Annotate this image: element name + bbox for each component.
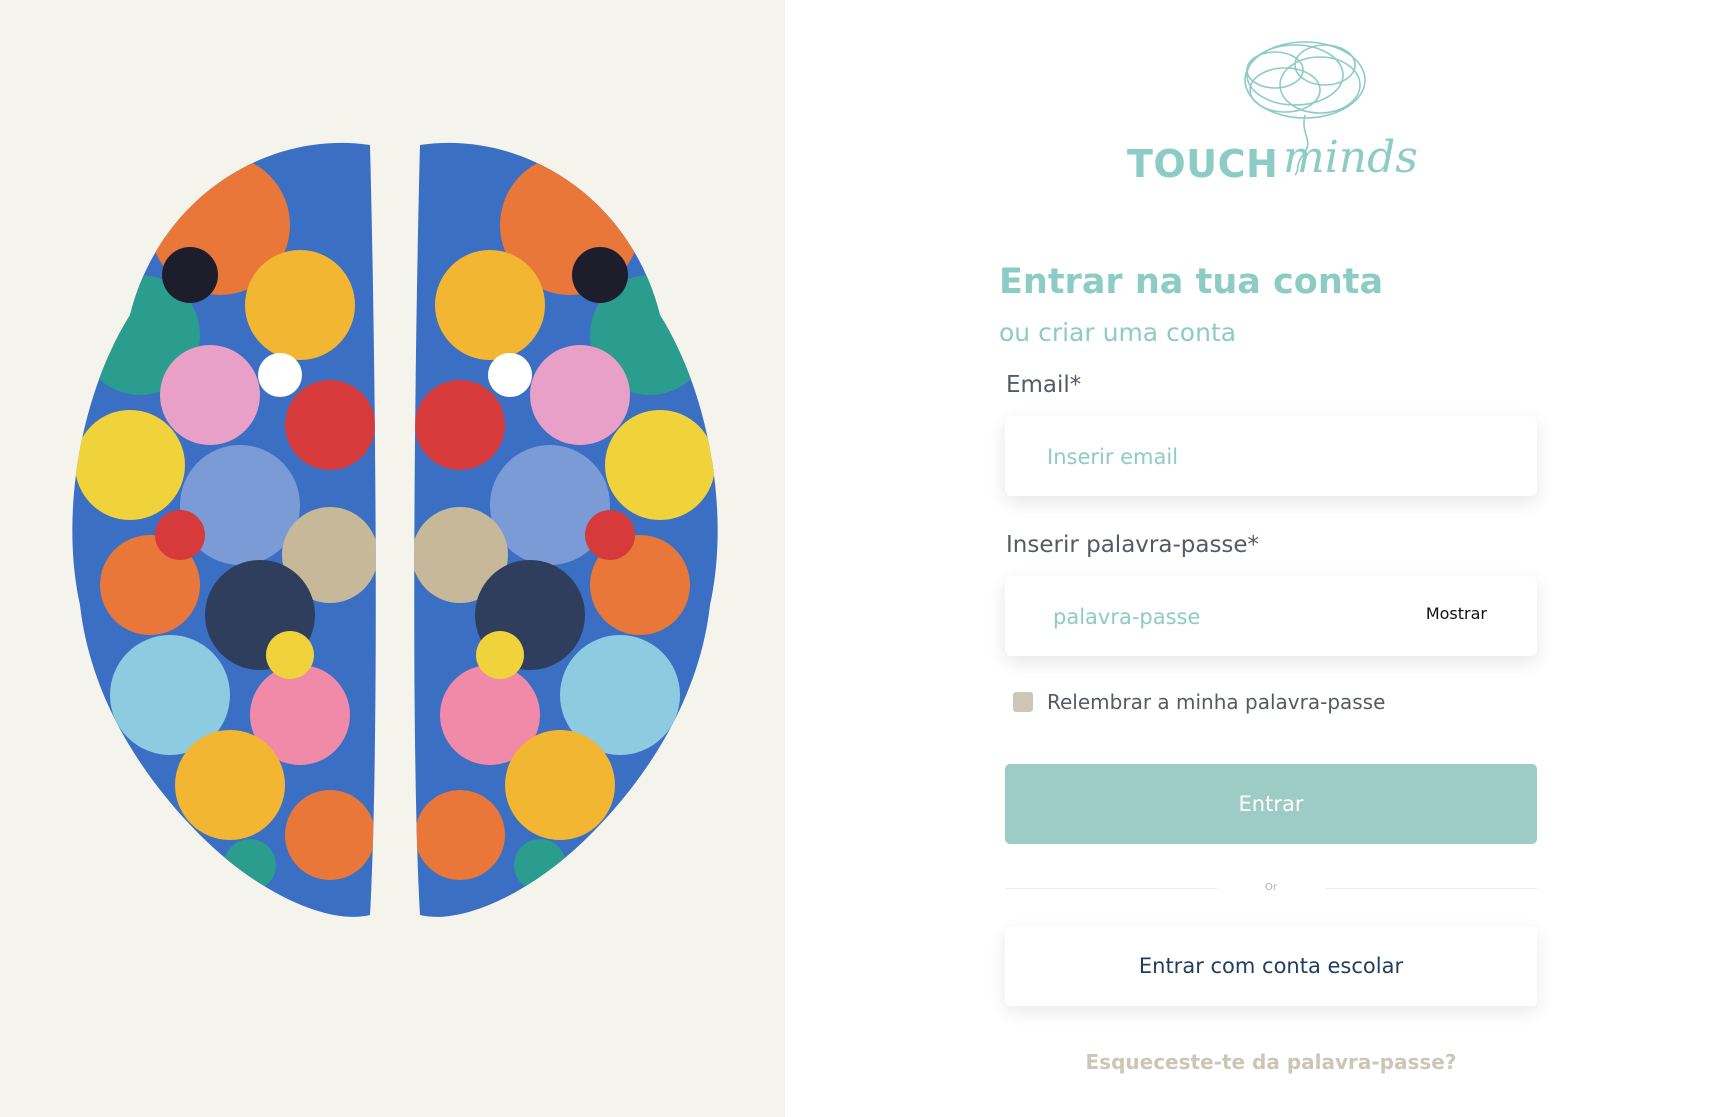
remember-checkbox[interactable] xyxy=(1013,692,1033,712)
school-login-button[interactable]: Entrar com conta escolar xyxy=(1005,926,1537,1006)
divider-line-right xyxy=(1325,888,1537,889)
password-label: Inserir palavra-passe* xyxy=(1006,532,1260,558)
email-label: Email* xyxy=(1006,372,1082,398)
or-divider: Or xyxy=(1005,882,1537,896)
logo-script-text: minds xyxy=(1283,132,1418,183)
logo-wordmark: TOUCH xyxy=(1127,142,1279,186)
login-button[interactable]: Entrar xyxy=(1005,764,1537,844)
password-field-container: Mostrar xyxy=(1005,576,1537,658)
show-password-toggle[interactable]: Mostrar xyxy=(1426,604,1487,623)
page-title: Entrar na tua conta xyxy=(999,262,1384,302)
forgot-password-link[interactable]: Esqueceste-te da palavra-passe? xyxy=(1005,1050,1537,1074)
email-input[interactable] xyxy=(1045,416,1429,498)
email-field-container xyxy=(1005,416,1537,498)
remember-label: Relembrar a minha palavra-passe xyxy=(1047,690,1386,714)
login-panel: TOUCH minds Entrar na tua conta ou criar… xyxy=(785,0,1728,1117)
illustration-panel xyxy=(0,0,785,1117)
brain-illustration xyxy=(72,142,718,917)
create-account-link[interactable]: ou criar uma conta xyxy=(999,318,1236,347)
password-input[interactable] xyxy=(1051,576,1435,658)
